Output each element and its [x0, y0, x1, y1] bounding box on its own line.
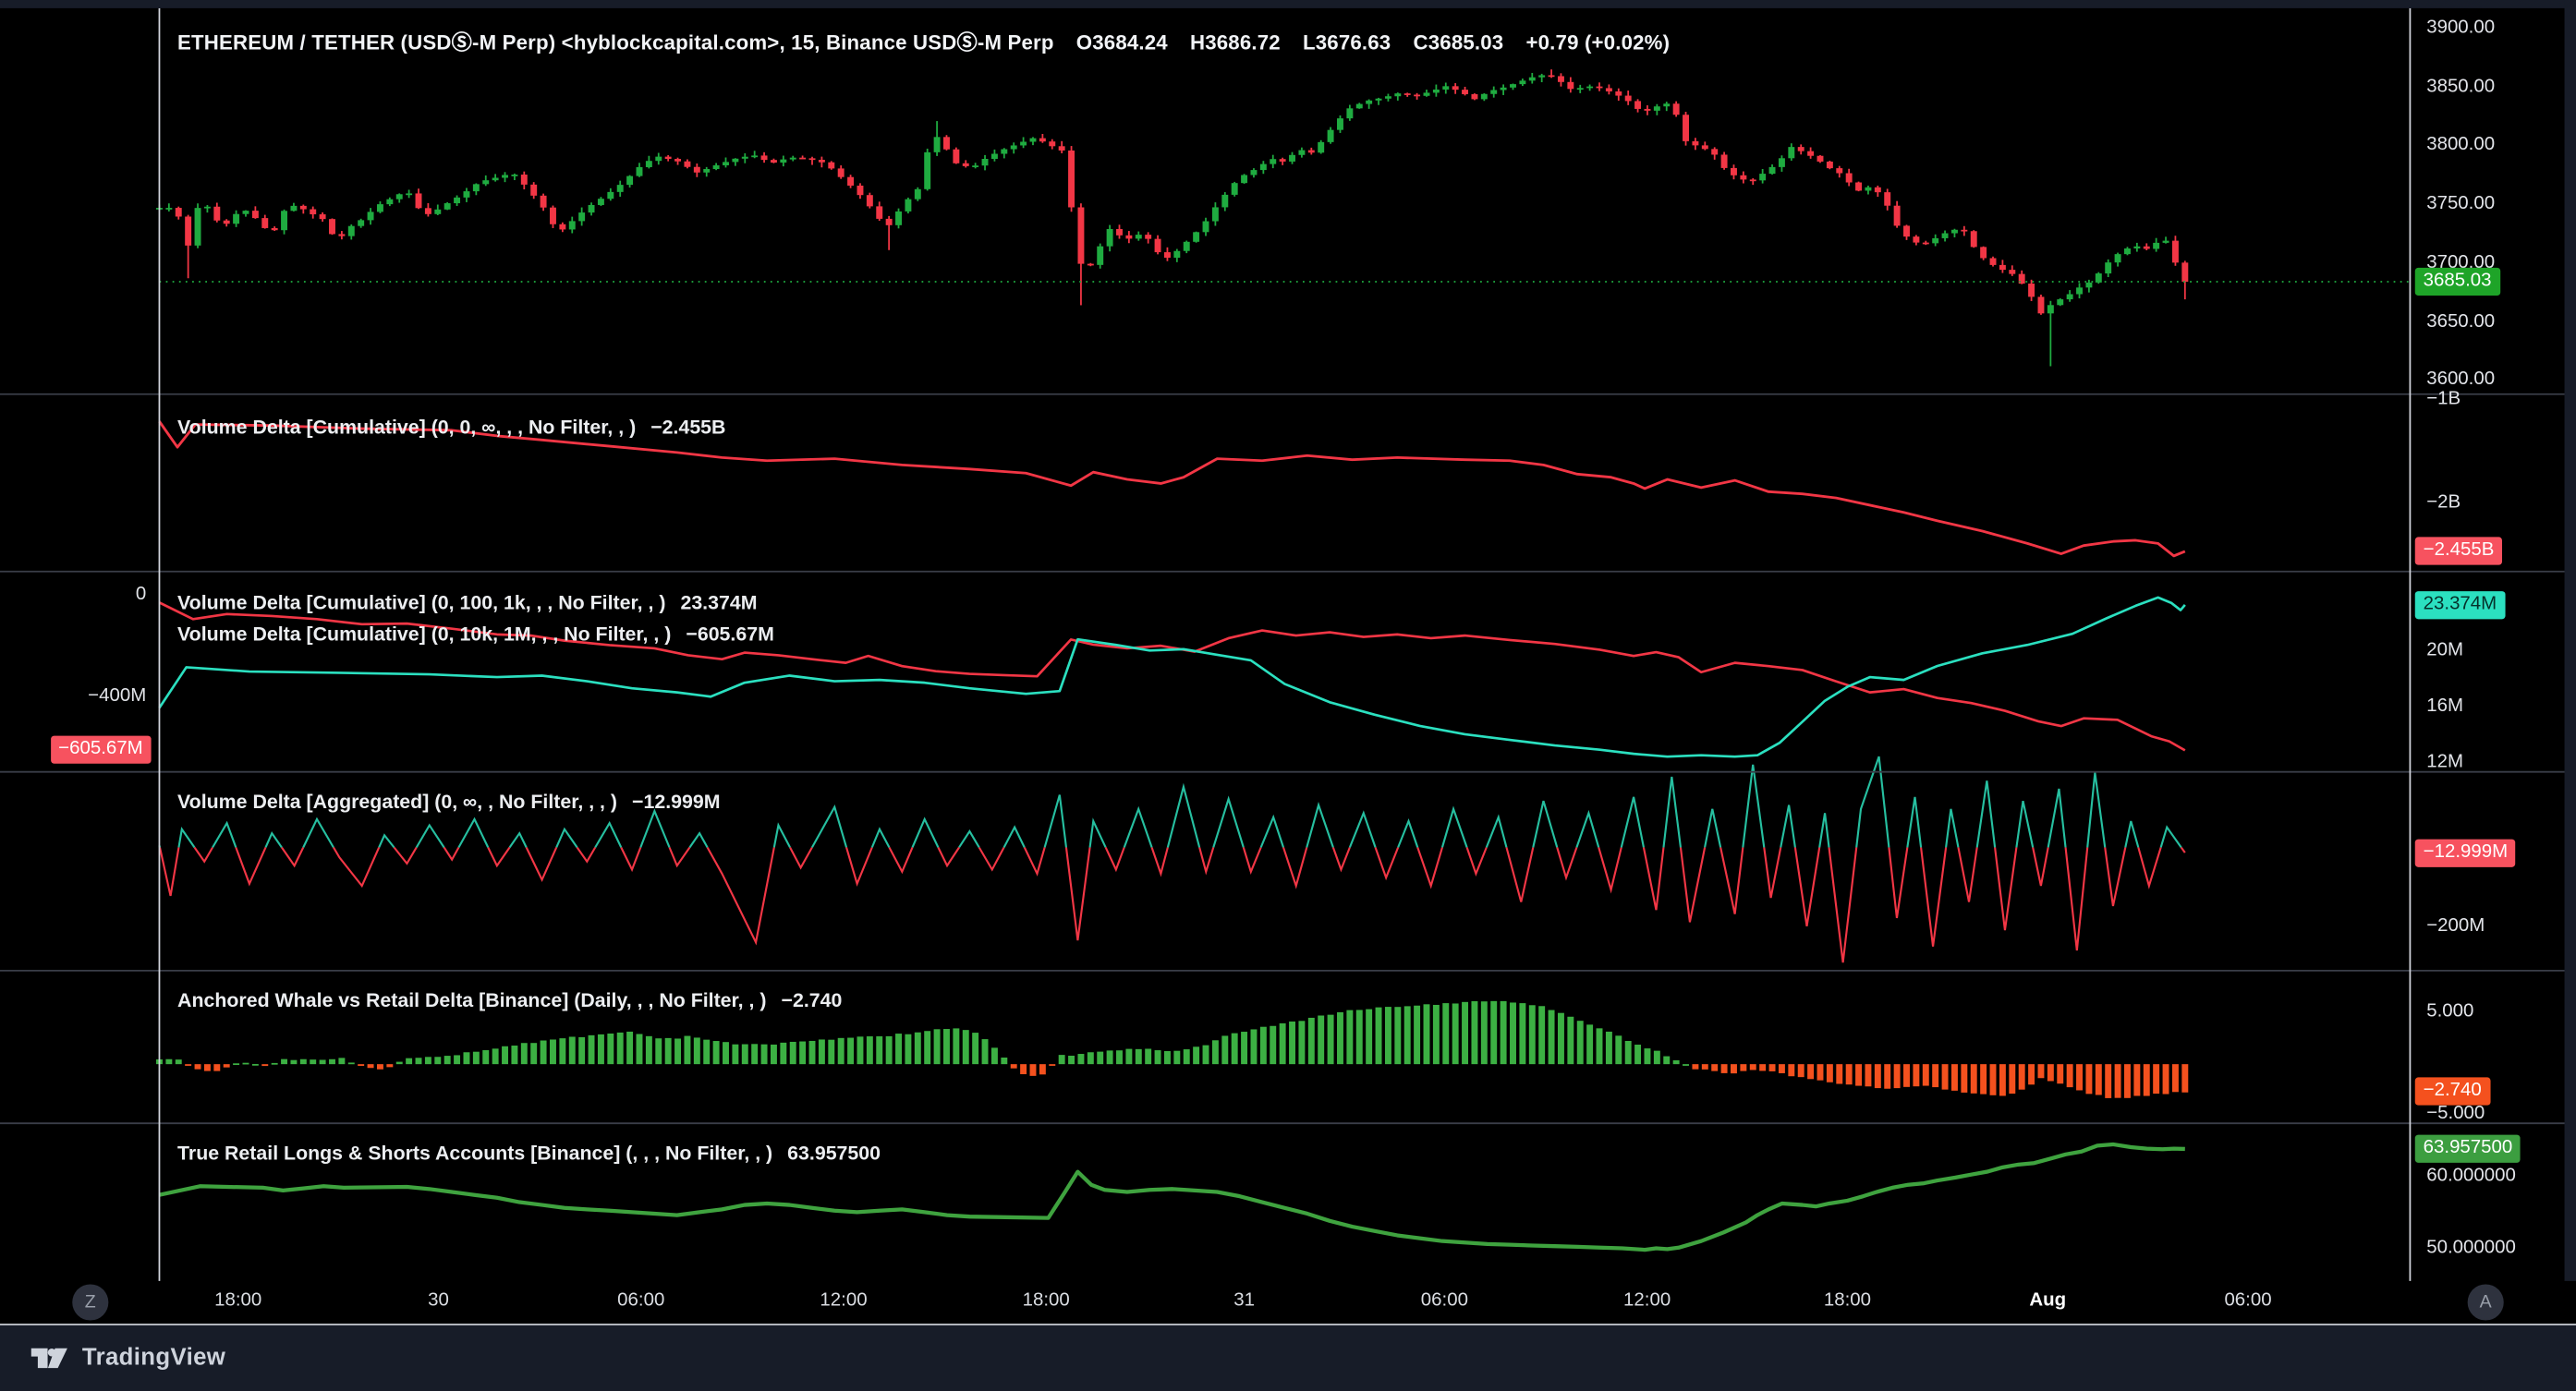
indicator-label: Volume Delta [Cumulative] (0, 0, ∞, , , …	[177, 416, 636, 439]
price-tick-label: 16M	[2426, 695, 2463, 720]
value-badge: 23.374M	[2415, 591, 2505, 619]
indicator-title-volume-delta-cumulative-whale[interactable]: Volume Delta [Cumulative] (0, 10k, 1M, ,…	[177, 623, 774, 646]
value-badge: 63.957500	[2415, 1135, 2521, 1163]
indicator-title-true-retail-accounts[interactable]: True Retail Longs & Shorts Accounts [Bin…	[177, 1142, 881, 1165]
time-scale[interactable]: Z A 18:00 30 06:00 12:00 18:00 31 06:00 12:00 18…	[0, 1281, 2576, 1325]
chart-plot-area[interactable]	[0, 0, 2576, 1324]
ohlc-open-label: O	[1076, 31, 1092, 54]
time-tick-label: 18:00	[1023, 1291, 1070, 1311]
right-chrome-strip	[2565, 0, 2576, 1324]
indicator-title-volume-delta-cumulative-all[interactable]: Volume Delta [Cumulative] (0, 0, ∞, , , …	[177, 416, 725, 439]
ohlc-change: +0.79 (+0.02%)	[1525, 31, 1670, 54]
time-tick-label: 18:00	[1824, 1291, 1871, 1311]
time-tick-label: 06:00	[617, 1291, 664, 1311]
symbol-title[interactable]: ETHEREUM / TETHER (USDⓈ-M Perp) <hyblock…	[177, 31, 1054, 54]
symbol-title-row[interactable]: ETHEREUM / TETHER (USDⓈ-M Perp) <hyblock…	[177, 25, 1670, 56]
price-tick-label: 3850.00	[2426, 75, 2495, 100]
price-tick-label: 20M	[2426, 639, 2463, 664]
value-badge: 3685.03	[2415, 268, 2500, 296]
value-badge: −12.999M	[2415, 839, 2516, 866]
footer-bar: TradingView	[0, 1324, 2576, 1391]
ohlc-low-label: L	[1303, 31, 1316, 54]
price-tick-label: 60.000000	[2426, 1165, 2516, 1190]
tradingview-logo-icon[interactable]	[30, 1344, 69, 1370]
indicator-title-volume-delta-cumulative-retail[interactable]: Volume Delta [Cumulative] (0, 100, 1k, ,…	[177, 591, 757, 614]
indicator-value: 23.374M	[680, 591, 757, 614]
indicator-label: Volume Delta [Aggregated] (0, ∞, , No Fi…	[177, 790, 617, 813]
ohlc-open-value: 3684.24	[1092, 31, 1168, 54]
indicator-value: −12.999M	[632, 790, 721, 813]
indicator-label: True Retail Longs & Shorts Accounts [Bin…	[177, 1142, 772, 1165]
indicator-value: −2.740	[782, 988, 843, 1011]
ohlc-high-value: 3686.72	[1205, 31, 1281, 54]
price-tick-label: 12M	[2426, 751, 2463, 776]
indicator-value: −2.455B	[650, 416, 725, 439]
time-tick-label: Aug	[2029, 1291, 2066, 1311]
indicator-label: Volume Delta [Cumulative] (0, 100, 1k, ,…	[177, 591, 665, 614]
left-price-scale[interactable]: 0 −400M −605.67M	[0, 0, 154, 1324]
time-tick-label: 06:00	[2224, 1291, 2271, 1311]
right-price-scale[interactable]: 3900.003850.003800.003750.003700.003650.…	[2410, 0, 2564, 1324]
price-tick-label: −200M	[2426, 915, 2485, 940]
price-tick-label: −2B	[2426, 491, 2461, 516]
indicator-title-anchored-whale-vs-retail[interactable]: Anchored Whale vs Retail Delta [Binance]…	[177, 988, 842, 1011]
indicator-label: Volume Delta [Cumulative] (0, 10k, 1M, ,…	[177, 623, 671, 646]
value-badge: −2.740	[2415, 1078, 2490, 1106]
time-tick-label: 31	[1233, 1291, 1255, 1311]
chart-app: ETHEREUM / TETHER (USDⓈ-M Perp) <hyblock…	[0, 0, 2576, 1391]
top-chrome-strip	[0, 0, 2576, 8]
price-tick-label: −5.000	[2426, 1102, 2485, 1127]
indicator-value: −605.67M	[686, 623, 774, 646]
price-tick-label: 3900.00	[2426, 17, 2495, 42]
price-tick-label: 50.000000	[2426, 1237, 2516, 1262]
auto-scale-button[interactable]: A	[2468, 1284, 2504, 1320]
time-tick-label: 18:00	[214, 1291, 261, 1311]
price-tick-label: 3800.00	[2426, 134, 2495, 159]
ohlc-high-label: H	[1190, 31, 1205, 54]
indicator-value: 63.957500	[787, 1142, 881, 1165]
indicator-label: Anchored Whale vs Retail Delta [Binance]…	[177, 988, 766, 1011]
brand-name[interactable]: TradingView	[82, 1344, 225, 1370]
ohlc-low-value: 3676.63	[1316, 31, 1391, 54]
value-badge: −2.455B	[2415, 538, 2503, 565]
price-tick-label: 3650.00	[2426, 309, 2495, 334]
ohlc-close-label: C	[1413, 31, 1428, 54]
time-tick-label: 06:00	[1421, 1291, 1468, 1311]
indicator-title-volume-delta-aggregated[interactable]: Volume Delta [Aggregated] (0, ∞, , No Fi…	[177, 790, 721, 813]
tradingview-chart-window: ETHEREUM / TETHER (USDⓈ-M Perp) <hyblock…	[0, 0, 2576, 1391]
price-tick-label: −400M	[88, 684, 146, 709]
ohlc-close-value: 3685.03	[1428, 31, 1504, 54]
time-tick-label: 12:00	[820, 1291, 867, 1311]
time-tick-label: 12:00	[1623, 1291, 1671, 1311]
price-tick-label: −1B	[2426, 388, 2461, 413]
price-tick-label: 0	[136, 583, 146, 608]
price-tick-label: 3750.00	[2426, 192, 2495, 217]
time-tick-label: 30	[428, 1291, 449, 1311]
timezone-button[interactable]: Z	[72, 1284, 108, 1320]
value-badge: −605.67M	[50, 736, 151, 764]
price-tick-label: 5.000	[2426, 1000, 2473, 1025]
